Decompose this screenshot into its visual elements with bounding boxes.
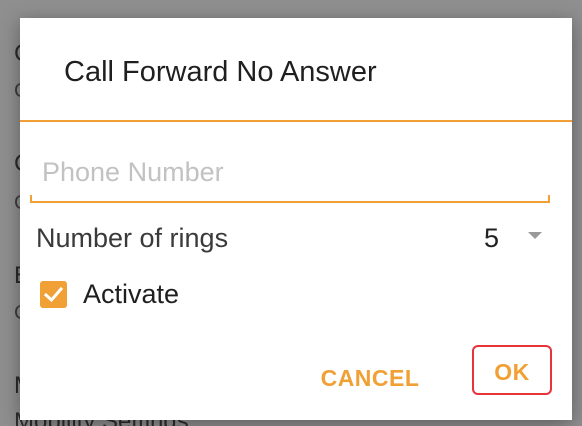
activate-checkbox[interactable] — [40, 281, 67, 308]
dropdown-arrow-icon — [528, 232, 542, 239]
number-of-rings-dropdown[interactable]: 5 — [472, 214, 556, 262]
activate-checkbox-row[interactable]: Activate — [38, 276, 238, 320]
phone-number-field — [30, 143, 550, 205]
ok-button[interactable]: OK — [472, 345, 552, 395]
number-of-rings-label: Number of rings — [36, 223, 229, 253]
title-divider — [20, 120, 572, 122]
rings-selected-value: 5 — [484, 223, 500, 253]
phone-input-underline — [30, 195, 550, 203]
activate-label: Activate — [83, 279, 180, 309]
phone-number-input[interactable] — [30, 143, 550, 201]
checkmark-icon — [43, 286, 64, 303]
call-forward-dialog: Call Forward No Answer Number of rings 5… — [20, 18, 572, 420]
dialog-title: Call Forward No Answer — [64, 56, 377, 88]
cancel-button[interactable]: CANCEL — [310, 358, 430, 398]
